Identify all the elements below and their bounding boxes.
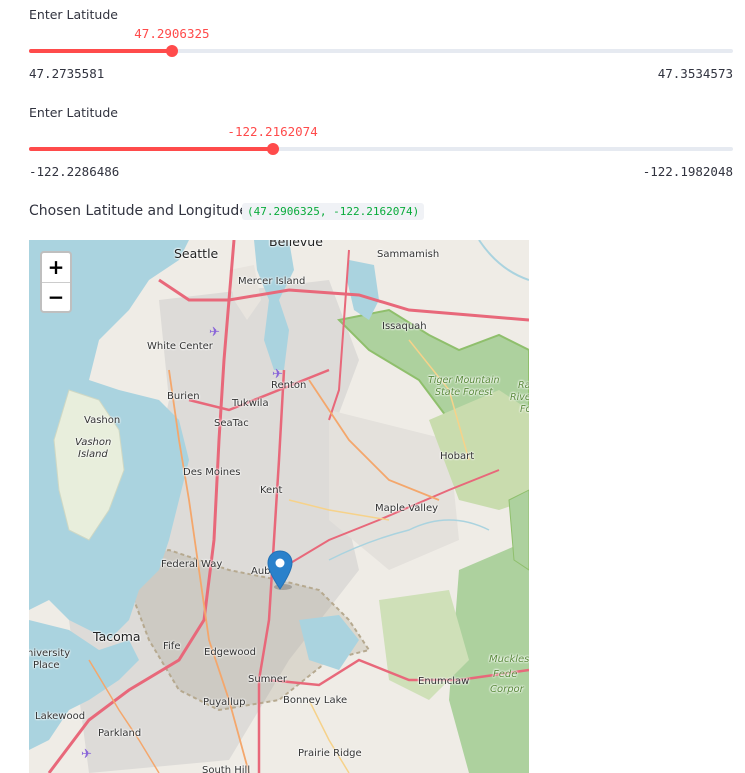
map-label-hobart: Hobart <box>440 451 475 462</box>
map-label-tacoma: Tacoma <box>93 629 141 644</box>
latitude-slider-min: 47.2735581 <box>29 66 105 81</box>
chosen-coordinates-value: (47.2906325, -122.2162074) <box>242 203 425 220</box>
map-label-issaquah: Issaquah <box>382 321 427 332</box>
latitude-slider-label: Enter Latitude <box>29 7 118 22</box>
longitude-slider[interactable] <box>29 143 733 155</box>
location-marker-icon[interactable] <box>267 550 293 590</box>
map-label-mercer-island: Mercer Island <box>238 276 306 287</box>
map-label-river: River <box>510 392 529 403</box>
map-label-ra: Ra <box>518 380 529 391</box>
latitude-slider-fill <box>29 49 172 53</box>
map-label-seattle: Seattle <box>174 246 219 261</box>
latitude-slider-value: 47.2906325 <box>134 26 210 41</box>
chosen-coordinates-label: Chosen Latitude and Longitude <box>29 203 248 219</box>
map-label-prairie-ridge: Prairie Ridge <box>298 748 362 759</box>
latitude-slider-thumb[interactable] <box>165 45 178 57</box>
map-label-vashon-island: Vashon <box>75 437 112 448</box>
longitude-slider-thumb[interactable] <box>266 143 279 155</box>
map-label-fo: Fo <box>520 404 529 415</box>
map-label-burien: Burien <box>167 391 200 402</box>
zoom-out-button[interactable]: − <box>42 282 70 311</box>
map-label-muckleshoot-3: Corpor <box>490 684 524 695</box>
map-label-puyallup: Puyallup <box>203 697 246 708</box>
map-label-enumclaw: Enumclaw <box>418 676 470 687</box>
longitude-slider-max: -122.1982048 <box>642 164 733 179</box>
map-label-sumner: Sumner <box>248 674 288 685</box>
map-label-tukwila: Tukwila <box>232 398 269 409</box>
map-label-renton: Renton <box>271 380 307 391</box>
map-label-maple-valley: Maple Valley <box>375 503 439 514</box>
longitude-slider-min: -122.2286486 <box>29 164 120 179</box>
map-view[interactable]: ✈ ✈ ✈ Bellevue Seattle Sammamish Mercer … <box>29 240 529 773</box>
latitude-slider-max: 47.3534573 <box>657 66 733 81</box>
map-label-federal-way: Federal Way <box>161 559 223 570</box>
longitude-slider-label: Enter Latitude <box>29 105 118 120</box>
map-label-vashon-island-2: Island <box>78 449 108 460</box>
map-zoom-control: + − <box>40 251 72 313</box>
map-label-edgewood: Edgewood <box>204 647 256 658</box>
svg-text:✈: ✈ <box>81 747 92 762</box>
map-label-muckleshoot: Muckles <box>489 654 529 665</box>
map-label-muckleshoot-2: Fede <box>493 669 518 680</box>
map-label-bonney-lake: Bonney Lake <box>283 695 348 706</box>
map-label-tiger-mountain: Tiger Mountain <box>428 375 500 386</box>
map-label-state-forest: State Forest <box>435 387 493 398</box>
map-label-vashon: Vashon <box>84 415 121 426</box>
longitude-slider-fill <box>29 147 273 151</box>
map-tiles: ✈ ✈ ✈ <box>29 240 529 773</box>
svg-text:✈: ✈ <box>209 325 220 340</box>
map-label-university-place-2: Place <box>33 660 60 671</box>
map-label-fife: Fife <box>163 641 181 652</box>
map-label-white-center: White Center <box>147 341 213 352</box>
latitude-slider[interactable] <box>29 45 733 57</box>
map-label-lakewood: Lakewood <box>35 711 86 722</box>
map-label-south-hill: South Hill <box>202 765 251 773</box>
map-label-kent: Kent <box>260 485 283 496</box>
map-label-parkland: Parkland <box>98 728 142 739</box>
longitude-slider-value: -122.2162074 <box>227 124 318 139</box>
map-label-seatac: SeaTac <box>214 418 249 429</box>
zoom-in-button[interactable]: + <box>42 253 70 282</box>
map-label-university-place: niversity <box>29 648 71 659</box>
map-label-sammamish: Sammamish <box>377 249 440 260</box>
map-label-des-moines: Des Moines <box>183 467 241 478</box>
map-label-bellevue: Bellevue <box>269 240 323 249</box>
